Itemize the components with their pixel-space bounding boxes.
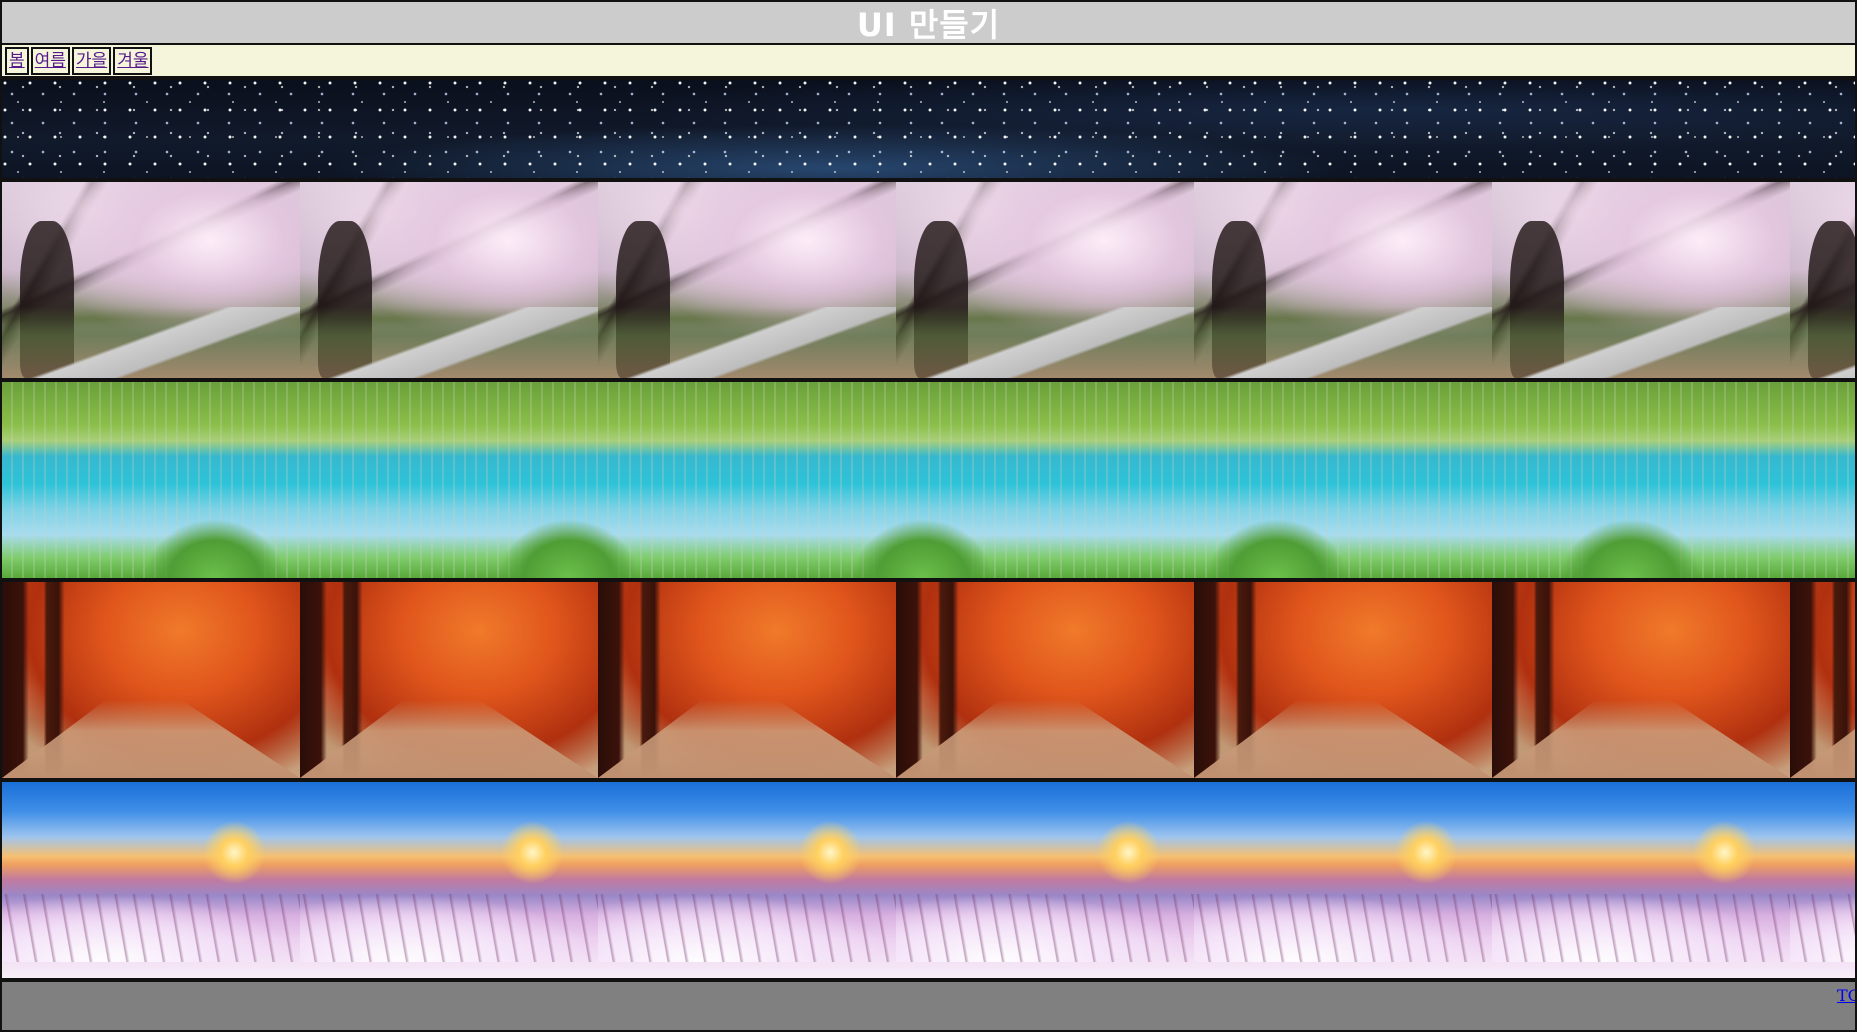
autumn-trees-image xyxy=(1492,582,1790,778)
nav-link-winter[interactable]: 겨울 xyxy=(113,46,153,75)
autumn-image-strip xyxy=(0,580,1857,780)
cherry-blossom-image xyxy=(896,182,1194,378)
winter-sunrise-image xyxy=(896,782,1194,978)
winter-sunrise-image xyxy=(1492,782,1790,978)
cherry-blossom-image xyxy=(300,182,598,378)
blue-pond-image xyxy=(1064,382,1418,578)
spring-image-strip xyxy=(0,180,1857,380)
footer-bar: TOP xyxy=(0,980,1857,1032)
cherry-blossom-image xyxy=(598,182,896,378)
winter-sunrise-image xyxy=(300,782,598,978)
winter-image-strip xyxy=(0,780,1857,980)
cherry-blossom-image xyxy=(1194,182,1492,378)
page-title: UI 만들기 xyxy=(856,5,1001,44)
autumn-trees-image xyxy=(598,582,896,778)
cherry-blossom-image xyxy=(2,182,300,378)
blue-pond-image xyxy=(1418,382,1772,578)
season-nav: 봄 여름 가을 겨울 xyxy=(0,45,1857,78)
nav-link-autumn[interactable]: 가을 xyxy=(71,46,112,75)
blue-pond-image xyxy=(2,382,356,578)
winter-sunrise-image xyxy=(598,782,896,978)
autumn-trees-image xyxy=(2,582,300,778)
winter-sunrise-image xyxy=(1790,782,1855,978)
header-bar: UI 만들기 xyxy=(0,0,1857,45)
top-link[interactable]: TOP xyxy=(1837,986,1855,1005)
blue-pond-image xyxy=(356,382,710,578)
cherry-blossom-image xyxy=(1492,182,1790,378)
autumn-trees-image xyxy=(1194,582,1492,778)
autumn-trees-image xyxy=(1790,582,1855,778)
nav-link-spring[interactable]: 봄 xyxy=(5,46,29,75)
winter-sunrise-image xyxy=(2,782,300,978)
nav-link-summer[interactable]: 여름 xyxy=(30,46,70,75)
blue-pond-image xyxy=(1772,382,1855,578)
autumn-trees-image xyxy=(896,582,1194,778)
cherry-blossom-image xyxy=(1790,182,1855,378)
summer-image-strip xyxy=(0,380,1857,580)
page: UI 만들기 봄 여름 가을 겨울 TO xyxy=(0,0,1857,1032)
blue-pond-image xyxy=(710,382,1064,578)
night-sky-banner xyxy=(0,78,1857,180)
winter-sunrise-image xyxy=(1194,782,1492,978)
autumn-trees-image xyxy=(300,582,598,778)
